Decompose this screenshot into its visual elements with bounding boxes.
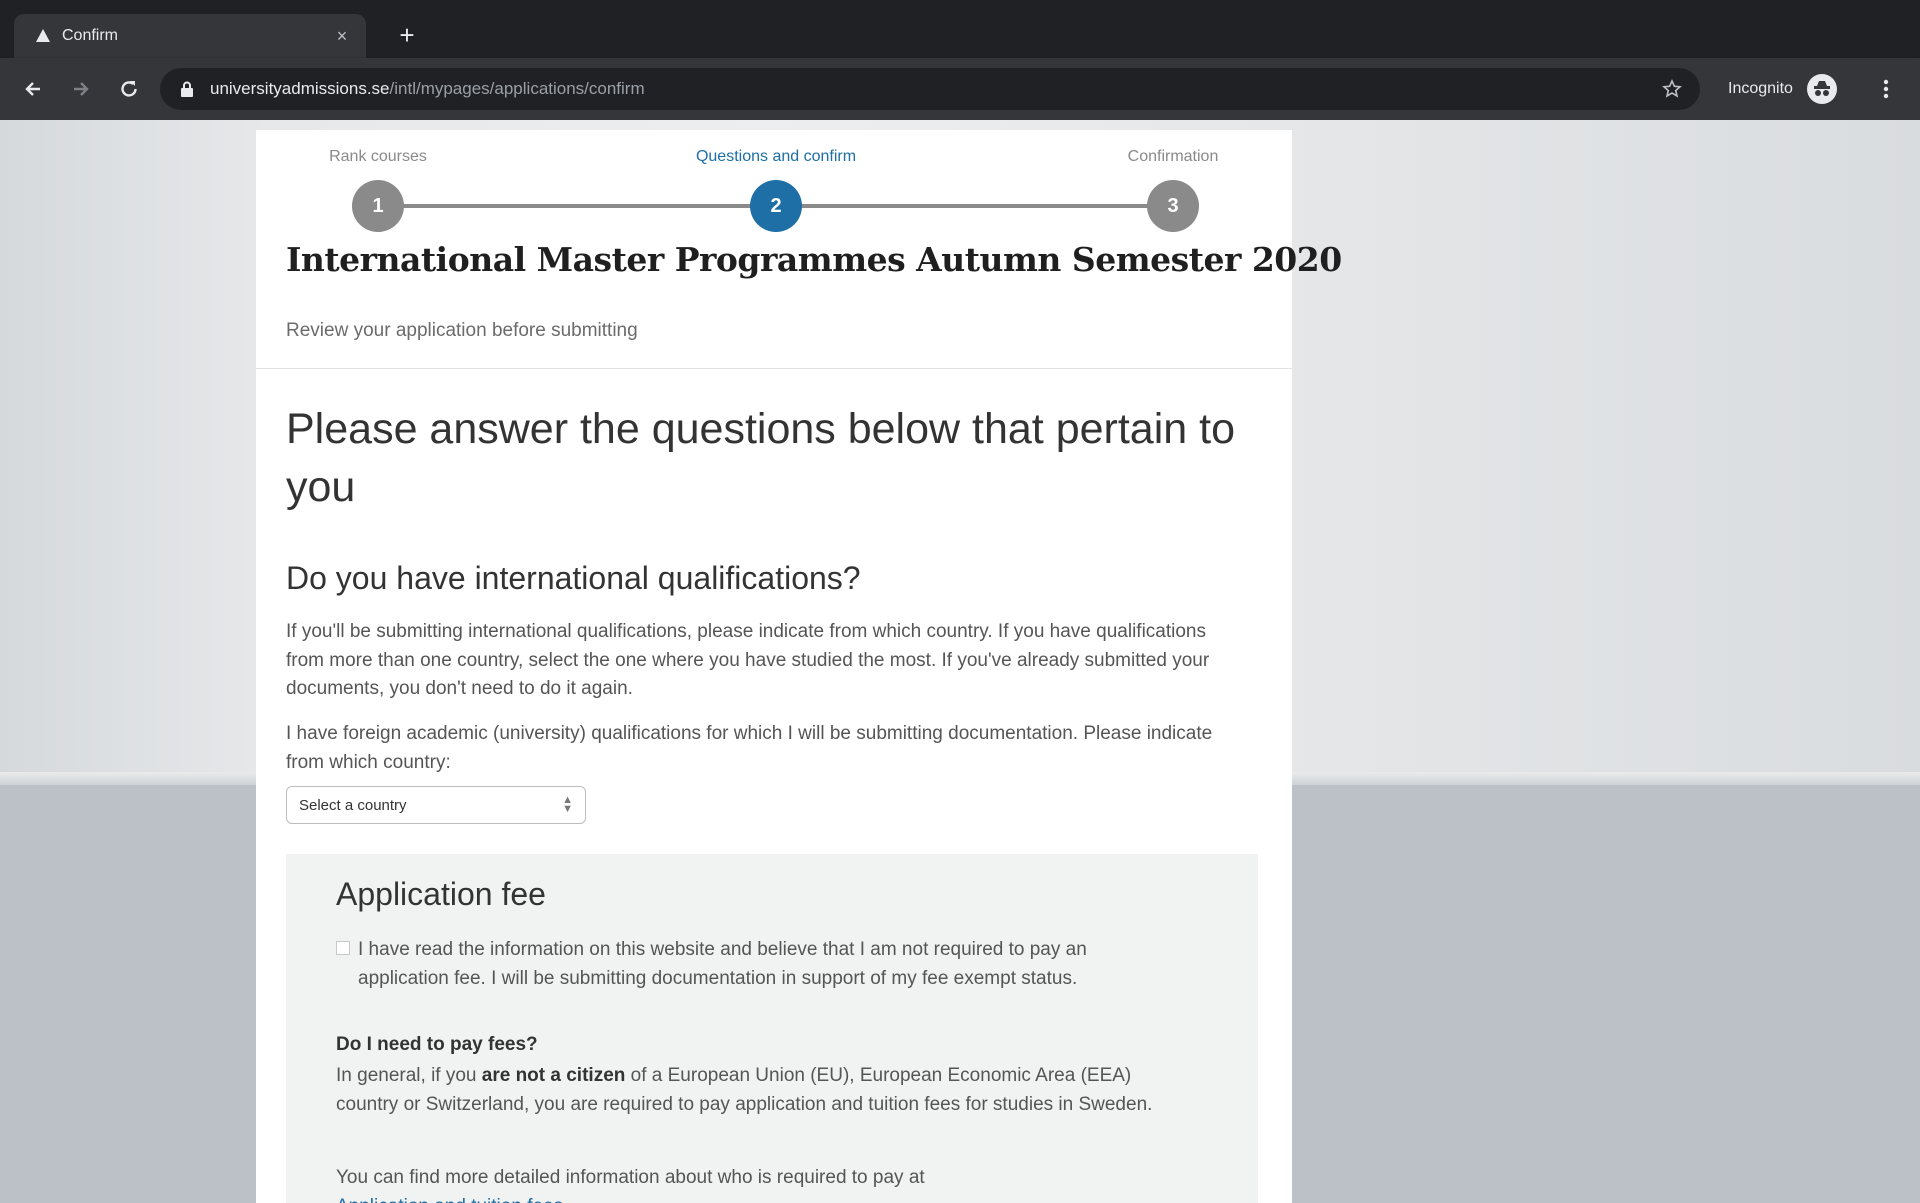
url-text: universityadmissions.se/intl/mypages/app… [210,79,645,99]
fee-more-info: You can find more detailed information a… [336,1164,1176,1203]
main-question-heading: Please answer the questions below that p… [286,405,1235,511]
step-label-rank-courses: Rank courses [329,148,427,165]
application-fee-heading: Application fee [336,876,546,912]
reload-icon[interactable] [114,74,144,104]
new-tab-button[interactable]: + [392,20,422,50]
page-viewport: Rank courses Questions and confirm Confi… [0,120,1920,1203]
fee-body-text: In general, if you are not a citizen of … [336,1062,1176,1119]
page-title: International Master Programmes Autumn S… [286,240,1342,279]
step-label-confirmation: Confirmation [1127,148,1219,165]
arrow-forward-icon[interactable] [66,74,96,104]
select-arrows-icon: ▲ ▼ [562,794,573,815]
browser-toolbar: universityadmissions.se/intl/mypages/app… [0,58,1920,120]
address-bar[interactable]: universityadmissions.se/intl/mypages/app… [160,68,1700,110]
international-qualifications-heading: Do you have international qualifications… [286,560,861,596]
url-host: universityadmissions.se [210,79,390,98]
profile-incognito[interactable]: Incognito [1728,74,1837,104]
foreign-qualifications-question: I have foreign academic (university) qua… [286,723,1213,773]
page-subtitle: Review your application before submittin… [286,320,638,341]
star-icon[interactable] [1660,77,1684,101]
step-3-circle: 3 [1147,180,1199,232]
fee-exempt-label[interactable]: I have read the information on this webs… [358,936,1156,993]
browser-tabstrip: Confirm × + [0,0,1920,58]
fee-body-prefix: In general, if you [336,1065,482,1086]
fee-more-info-text: You can find more detailed information a… [336,1167,925,1188]
country-select[interactable]: Select a country ▲ ▼ [286,786,586,824]
profile-label: Incognito [1728,80,1793,97]
arrow-back-icon[interactable] [18,74,48,104]
fee-body-bold: are not a citizen [481,1065,626,1086]
international-qualifications-description: If you'll be submitting international qu… [286,621,1210,699]
application-fee-panel: Application fee I have read the informat… [286,854,1258,1203]
kebab-menu-icon[interactable] [1876,74,1896,104]
application-card: Rank courses Questions and confirm Confi… [256,130,1342,1203]
close-tab-icon[interactable]: × [332,26,352,47]
university-favicon-icon [34,27,52,45]
fee-exempt-row: I have read the information on this webs… [336,936,1156,993]
url-path: /intl/mypages/applications/confirm [389,79,645,98]
step-1-circle[interactable]: 1 [352,180,404,232]
fee-exempt-checkbox[interactable] [336,941,350,955]
step-label-questions: Questions and confirm [695,148,857,165]
incognito-icon [1806,74,1837,104]
tab-title: Confirm [62,27,119,44]
tuition-fees-link[interactable]: Application and tuition fees [336,1193,1176,1203]
browser-tab[interactable]: Confirm × [14,14,366,58]
step-2-circle: 2 [750,180,802,232]
lock-icon [180,80,196,98]
fee-question: Do I need to pay fees? [336,1034,538,1055]
header-divider [256,368,1292,369]
progress-stepper: Rank courses Questions and confirm Confi… [256,130,1292,240]
country-select-value: Select a country [299,796,407,814]
